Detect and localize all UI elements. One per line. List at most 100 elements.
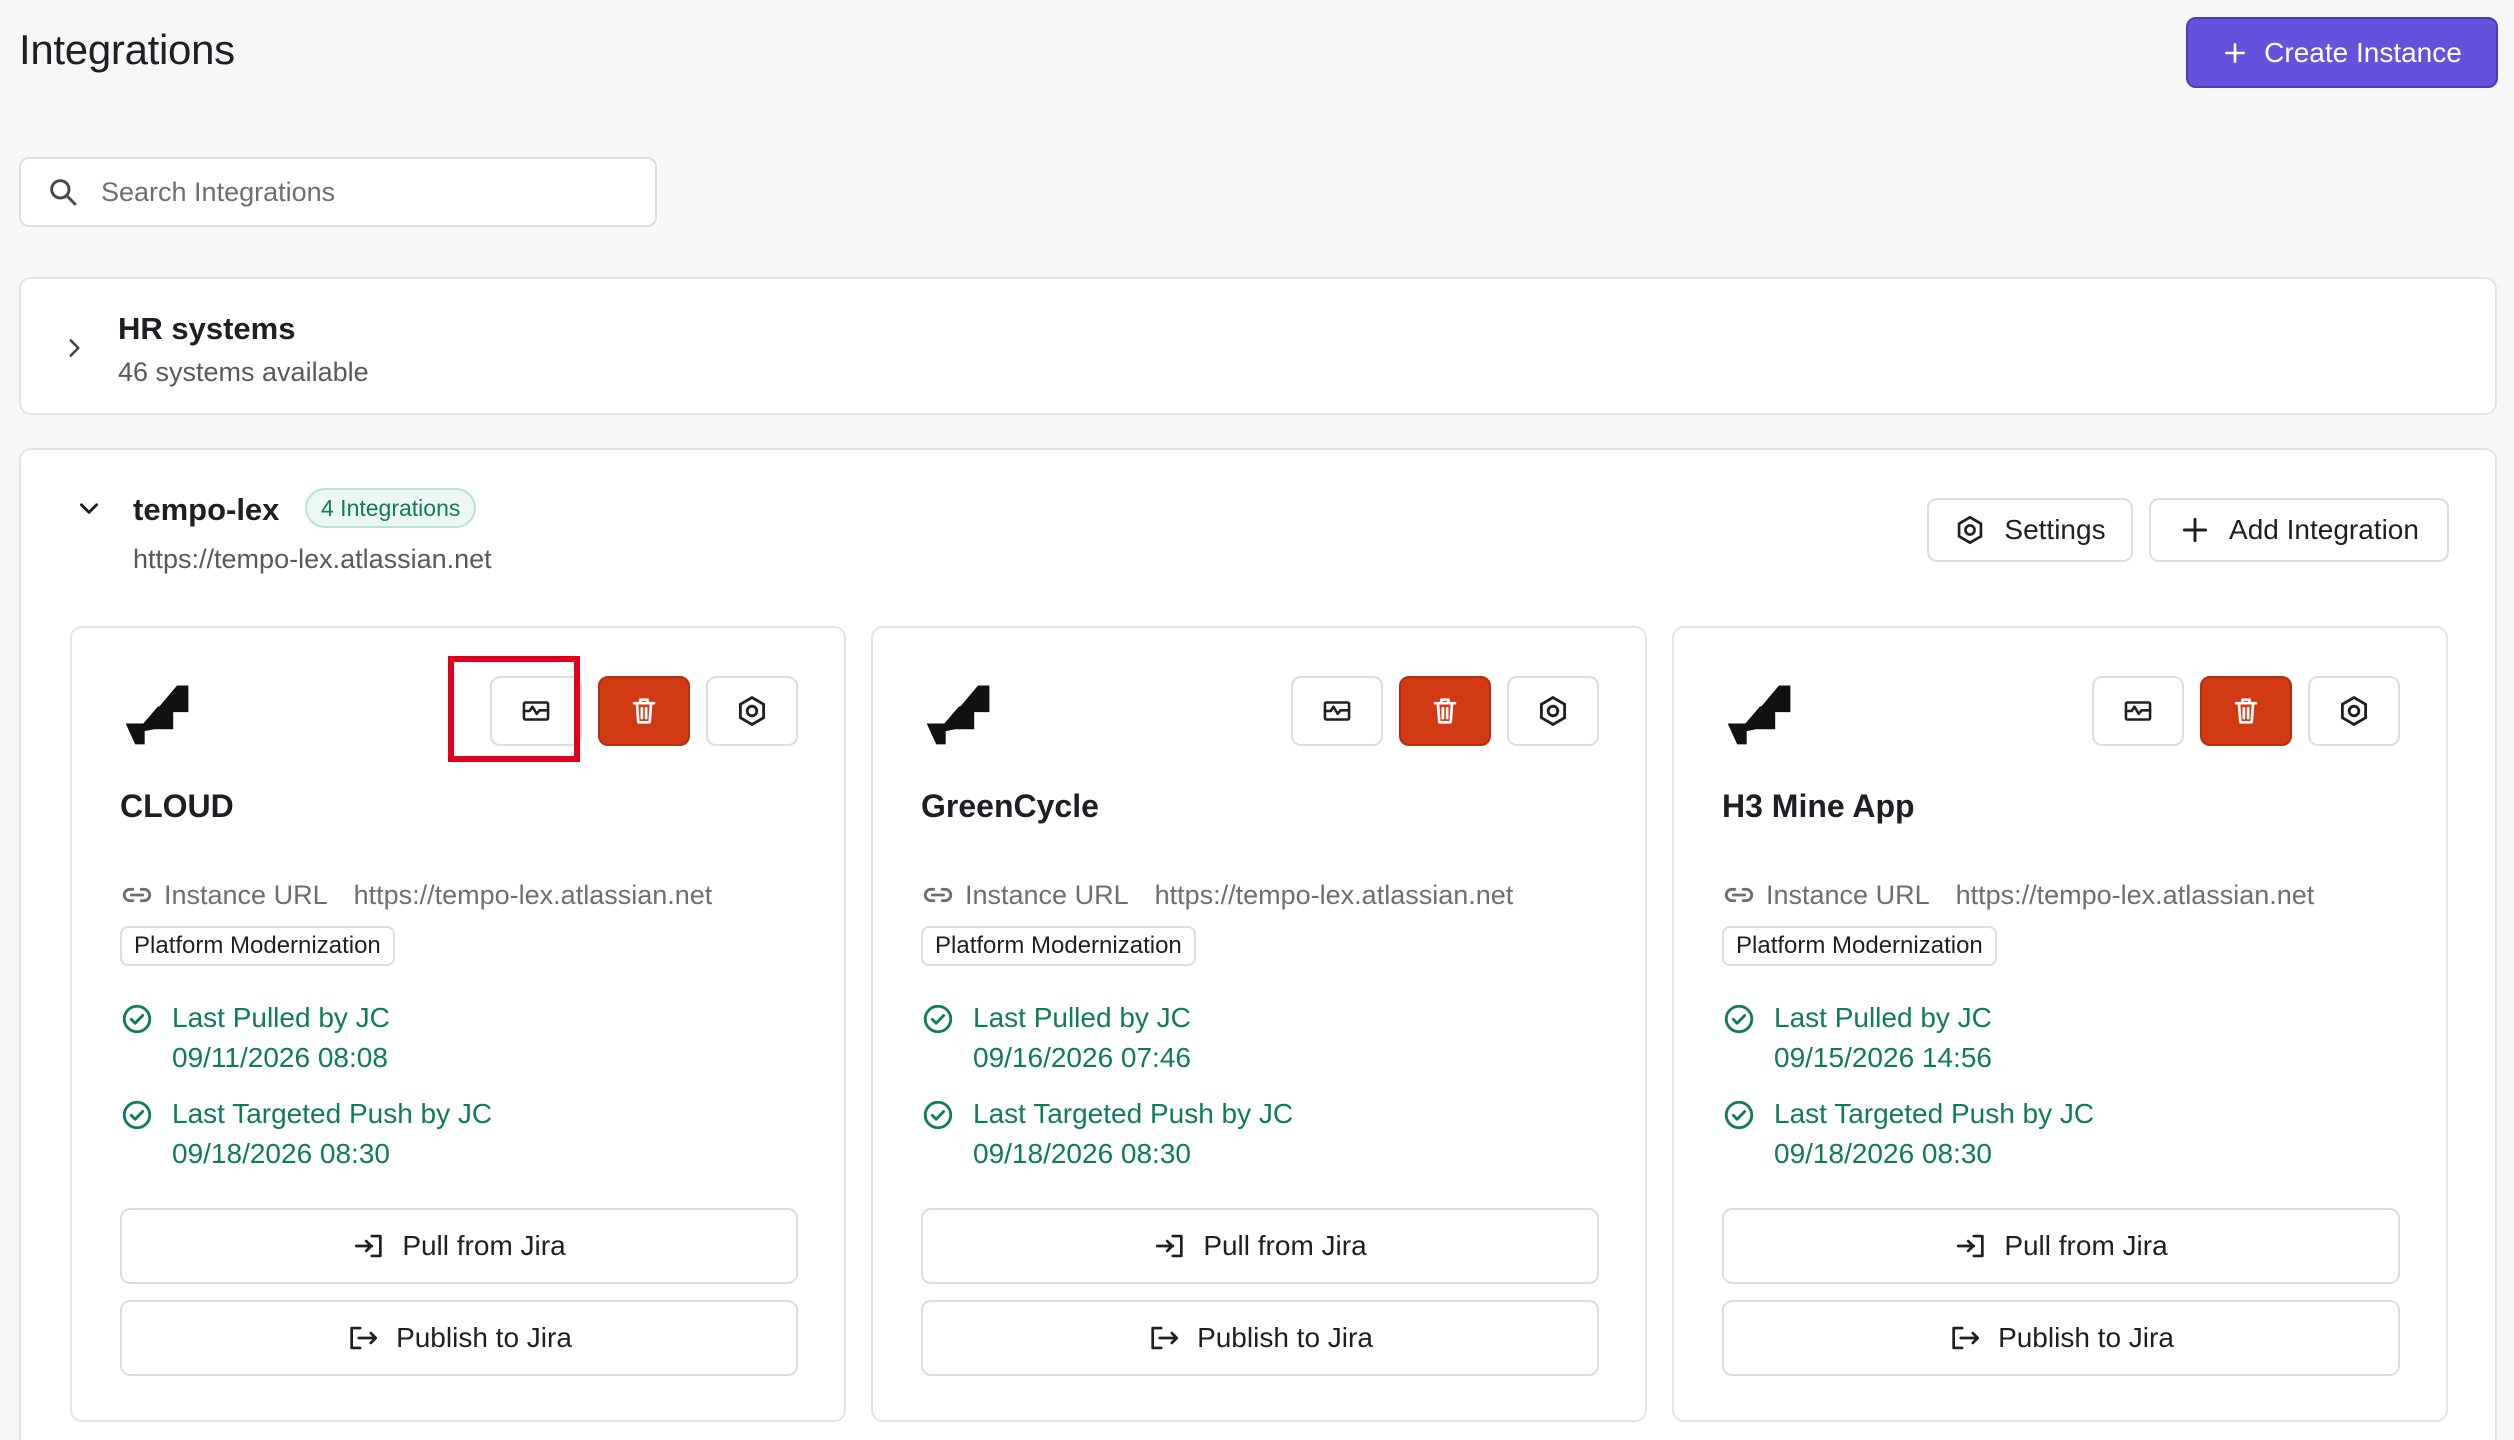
import-icon: [1156, 1234, 1183, 1258]
last-pulled-status: Last Pulled by JC 09/16/2026 07:46: [921, 998, 1191, 1078]
publish-to-jira-button[interactable]: Publish to Jira: [120, 1300, 798, 1376]
activity-monitor-icon: [2124, 701, 2152, 721]
project-tag: Platform Modernization: [921, 926, 1196, 966]
publish-to-jira-button[interactable]: Publish to Jira: [1722, 1300, 2400, 1376]
import-icon: [1957, 1234, 1984, 1258]
card-title: CLOUD: [120, 788, 234, 824]
group-title: HR systems: [118, 311, 296, 346]
instance-url-row: Instance URL https://tempo-lex.atlassian…: [1722, 878, 2314, 912]
group-settings-button[interactable]: Settings: [1927, 498, 2133, 562]
gear-icon: [2340, 695, 2368, 727]
link-icon: [1724, 887, 1754, 903]
publish-label: Publish to Jira: [1998, 1322, 2174, 1353]
last-pulled-label: Last Pulled by JC: [973, 1002, 1191, 1033]
activity-monitor-icon: [1323, 701, 1351, 721]
gear-icon: [1539, 695, 1567, 727]
link-icon: [122, 887, 152, 903]
delete-button[interactable]: [598, 676, 690, 746]
group-title: tempo-lex: [133, 492, 280, 527]
pull-from-jira-button[interactable]: Pull from Jira: [1722, 1208, 2400, 1284]
group-subtitle: 46 systems available: [118, 357, 369, 387]
delete-button[interactable]: [1399, 676, 1491, 746]
monitor-button[interactable]: [1291, 676, 1383, 746]
check-circle-icon: [923, 1100, 953, 1130]
card-settings-button[interactable]: [2308, 676, 2400, 746]
instance-url-label: Instance URL: [965, 879, 1129, 910]
settings-label: Settings: [2004, 514, 2106, 545]
export-icon: [1952, 1326, 1980, 1350]
last-pulled-status: Last Pulled by JC 09/15/2026 14:56: [1722, 998, 1992, 1078]
export-icon: [350, 1326, 378, 1350]
search-input[interactable]: [101, 176, 621, 208]
check-circle-icon: [1724, 1004, 1754, 1034]
group-hr-systems[interactable]: HR systems 46 systems available: [19, 277, 2497, 415]
card-title: GreenCycle: [921, 788, 1099, 824]
trash-icon: [2234, 698, 2258, 724]
activity-monitor-icon: [522, 701, 550, 721]
integration-card: GreenCycle Instance URL https://tempo-le…: [871, 626, 1647, 1422]
integration-card: CLOUD Instance URL https://tempo-lex.atl…: [70, 626, 846, 1422]
last-push-label: Last Targeted Push by JC: [973, 1098, 1294, 1129]
trash-icon: [1433, 698, 1457, 724]
pull-label: Pull from Jira: [1203, 1230, 1367, 1261]
publish-label: Publish to Jira: [1197, 1322, 1373, 1353]
last-push-status: Last Targeted Push by JC 09/18/2026 08:30: [1722, 1094, 2094, 1174]
pull-label: Pull from Jira: [2004, 1230, 2168, 1261]
last-push-time: 09/18/2026 08:30: [973, 1138, 1191, 1169]
chevron-right-icon[interactable]: [61, 335, 87, 361]
instance-url-row: Instance URL https://tempo-lex.atlassian…: [921, 878, 1513, 912]
pull-label: Pull from Jira: [402, 1230, 566, 1261]
jira-logo-icon: [1727, 685, 1791, 745]
integration-card: H3 Mine App Instance URL https://tempo-l…: [1672, 626, 2448, 1422]
plus-icon: [2225, 42, 2246, 63]
page-title: Integrations: [19, 26, 235, 73]
search-bar[interactable]: [19, 157, 657, 227]
create-instance-button[interactable]: Create Instance: [2186, 17, 2498, 88]
gear-icon: [738, 695, 766, 727]
instance-url-label: Instance URL: [164, 879, 328, 910]
pull-from-jira-button[interactable]: Pull from Jira: [120, 1208, 798, 1284]
last-pulled-label: Last Pulled by JC: [1774, 1002, 1992, 1033]
last-push-status: Last Targeted Push by JC 09/18/2026 08:30: [921, 1094, 1293, 1174]
card-settings-button[interactable]: [1507, 676, 1599, 746]
check-circle-icon: [1724, 1100, 1754, 1130]
card-settings-button[interactable]: [706, 676, 798, 746]
publish-to-jira-button[interactable]: Publish to Jira: [921, 1300, 1599, 1376]
last-pulled-label: Last Pulled by JC: [172, 1002, 390, 1033]
check-circle-icon: [122, 1100, 152, 1130]
instance-url-label: Instance URL: [1766, 879, 1930, 910]
check-circle-icon: [122, 1004, 152, 1034]
card-title: H3 Mine App: [1722, 788, 1915, 824]
link-icon: [923, 887, 953, 903]
create-instance-label: Create Instance: [2264, 36, 2462, 68]
instance-url-value: https://tempo-lex.atlassian.net: [1154, 879, 1514, 910]
instance-url-value: https://tempo-lex.atlassian.net: [1955, 879, 2315, 910]
gear-icon: [1958, 515, 1983, 545]
instance-url-value: https://tempo-lex.atlassian.net: [353, 879, 713, 910]
last-pulled-time: 09/16/2026 07:46: [973, 1042, 1191, 1073]
last-push-label: Last Targeted Push by JC: [172, 1098, 493, 1129]
monitor-button[interactable]: [2092, 676, 2184, 746]
trash-icon: [632, 698, 656, 724]
chevron-down-icon[interactable]: [76, 495, 102, 521]
pull-from-jira-button[interactable]: Pull from Jira: [921, 1208, 1599, 1284]
project-tag: Platform Modernization: [1722, 926, 1997, 966]
delete-button[interactable]: [2200, 676, 2292, 746]
integrations-count-badge: 4 Integrations: [305, 488, 477, 528]
import-icon: [355, 1234, 382, 1258]
last-pulled-time: 09/15/2026 14:56: [1774, 1042, 1992, 1073]
check-circle-icon: [923, 1004, 953, 1034]
last-push-label: Last Targeted Push by JC: [1774, 1098, 2095, 1129]
last-push-time: 09/18/2026 08:30: [1774, 1138, 1992, 1169]
add-integration-button[interactable]: Add Integration: [2149, 498, 2449, 562]
last-pulled-status: Last Pulled by JC 09/11/2026 08:08: [120, 998, 390, 1078]
last-push-time: 09/18/2026 08:30: [172, 1138, 390, 1169]
publish-label: Publish to Jira: [396, 1322, 572, 1353]
export-icon: [1151, 1326, 1179, 1350]
last-pulled-time: 09/11/2026 08:08: [172, 1042, 388, 1073]
plus-icon: [2182, 517, 2208, 543]
jira-logo-icon: [125, 685, 189, 745]
group-tempo-lex: tempo-lex 4 Integrations https://tempo-l…: [19, 448, 2497, 1440]
project-tag: Platform Modernization: [120, 926, 395, 966]
monitor-button[interactable]: [490, 676, 582, 746]
